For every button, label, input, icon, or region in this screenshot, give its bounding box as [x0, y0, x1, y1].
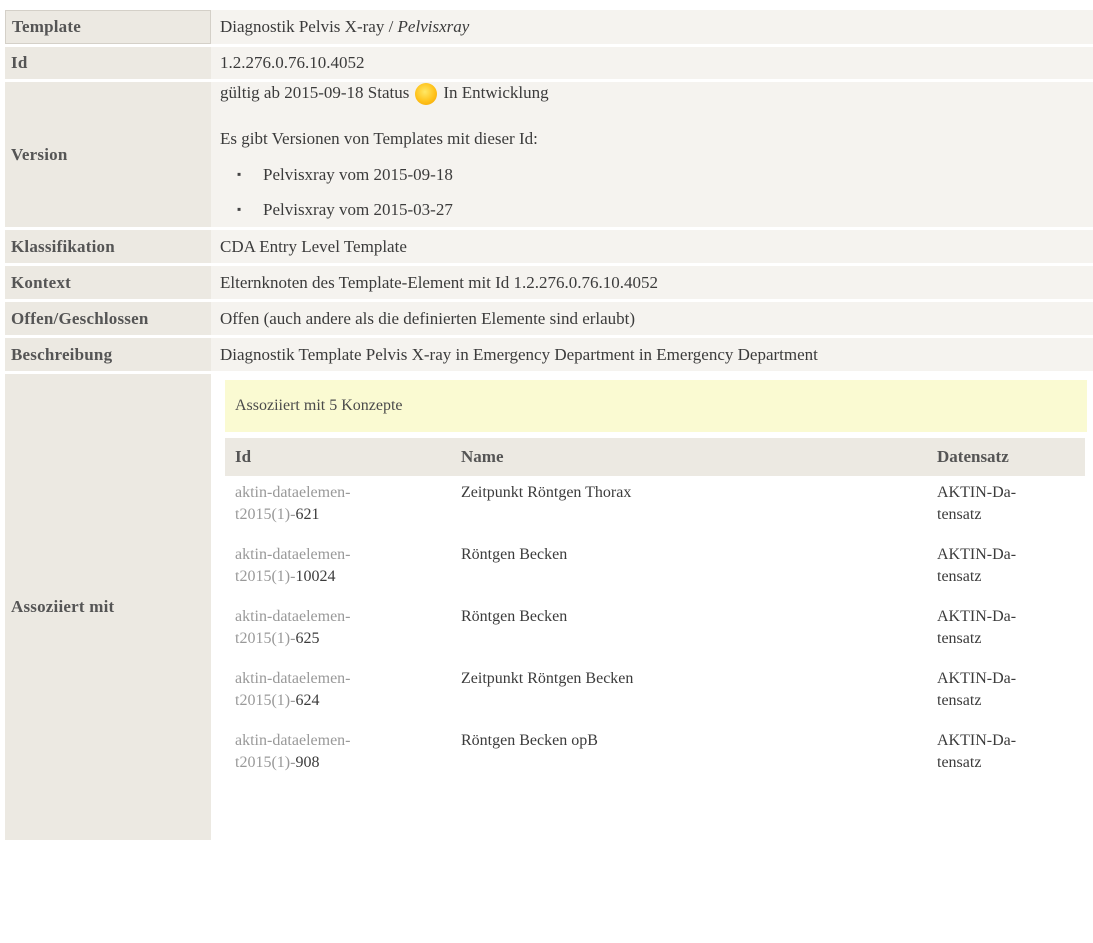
concept-id-prefix: aktin-dataelemen-: [235, 670, 351, 687]
concept-id-prefix: aktin-dataelemen-: [235, 732, 351, 749]
concept-id-middle: t2015(1)-: [235, 754, 296, 771]
concept-id[interactable]: aktin-dataelemen-t2015(1)-625: [225, 600, 451, 662]
concept-id[interactable]: aktin-dataelemen-t2015(1)-621: [225, 476, 451, 538]
bullet-icon: ▪: [237, 202, 242, 216]
klassifikation-value: CDA Entry Level Template: [211, 230, 1093, 263]
concept-dataset-line1: AKTIN-Da-: [937, 670, 1017, 687]
version-label: Version: [5, 82, 211, 227]
row-assoziiert-mit: Assoziiert mit Assoziiert mit 5 Konzepte…: [5, 374, 1093, 840]
template-value: Diagnostik Pelvis X-ray / Pelvisxray: [211, 10, 1093, 44]
row-id: Id 1.2.276.0.76.10.4052: [5, 47, 1093, 79]
row-kontext: Kontext Elternknoten des Template-Elemen…: [5, 266, 1093, 299]
concept-id-middle: t2015(1)-: [235, 568, 296, 585]
column-header-datensatz: Datensatz: [927, 438, 1085, 476]
concept-dataset-line2: tensatz: [937, 568, 982, 585]
concept-dataset-line1: AKTIN-Da-: [937, 484, 1017, 501]
kontext-value: Elternknoten des Template-Element mit Id…: [211, 266, 1093, 299]
table-row: aktin-dataelemen-t2015(1)-625 Röntgen Be…: [225, 600, 1085, 662]
concepts-table: Id Name Datensatz aktin-dataelemen-t2015…: [225, 438, 1085, 786]
table-row: aktin-dataelemen-t2015(1)-908 Röntgen Be…: [225, 724, 1085, 786]
table-row: aktin-dataelemen-t2015(1)-10024 Röntgen …: [225, 538, 1085, 600]
concept-id-middle: t2015(1)-: [235, 692, 296, 709]
concept-id-middle: t2015(1)-: [235, 630, 296, 647]
concept-name: Zeitpunkt Röntgen Thorax: [461, 484, 632, 501]
table-row: aktin-dataelemen-t2015(1)-624 Zeitpunkt …: [225, 662, 1085, 724]
versions-intro: Es gibt Versionen von Templates mit dies…: [220, 129, 538, 148]
template-details-table: Template Diagnostik Pelvis X-ray / Pelvi…: [5, 7, 1093, 843]
column-header-id: Id: [225, 438, 451, 476]
bullet-icon: ▪: [237, 167, 242, 181]
concepts-header-row: Id Name Datensatz: [225, 438, 1085, 476]
version-status-text: In Entwicklung: [443, 83, 549, 102]
concept-id-number: 624: [295, 692, 320, 709]
id-value: 1.2.276.0.76.10.4052: [211, 47, 1093, 79]
concept-id-middle: t2015(1)-: [235, 506, 296, 523]
concept-dataset-line2: tensatz: [937, 630, 982, 647]
concept-name: Röntgen Becken: [461, 608, 568, 625]
row-klassifikation: Klassifikation CDA Entry Level Template: [5, 230, 1093, 263]
table-row: aktin-dataelemen-t2015(1)-621 Zeitpunkt …: [225, 476, 1085, 538]
concept-name: Zeitpunkt Röntgen Becken: [461, 670, 634, 687]
versions-list: ▪ Pelvisxray vom 2015-09-18 ▪ Pelvisxray v…: [220, 157, 1093, 227]
template-details-page: Template Diagnostik Pelvis X-ray / Pelvi…: [0, 0, 1093, 943]
version-link[interactable]: Pelvisxray vom 2015-03-27: [263, 200, 453, 219]
concept-id-number: 908: [295, 754, 320, 771]
row-beschreibung: Beschreibung Diagnostik Template Pelvis …: [5, 338, 1093, 371]
status-in-development-icon: [415, 83, 438, 105]
row-version: Version gültig ab 2015-09-18 Status In E…: [5, 82, 1093, 227]
concept-dataset-line2: tensatz: [937, 506, 982, 523]
concept-id-prefix: aktin-dataelemen-: [235, 546, 351, 563]
offen-geschlossen-label: Offen/Geschlossen: [5, 302, 211, 335]
template-name: Diagnostik Pelvis X-ray /: [220, 17, 398, 36]
version-status-line: gültig ab 2015-09-18 Status In Entwicklu…: [220, 82, 1093, 105]
assoziiert-mit-value: Assoziiert mit 5 Konzepte Id Name Datens…: [211, 374, 1093, 840]
version-valid-text: gültig ab 2015-09-18 Status: [220, 83, 410, 102]
row-template: Template Diagnostik Pelvis X-ray / Pelvi…: [5, 10, 1093, 44]
id-label: Id: [5, 47, 211, 79]
concept-dataset-line1: AKTIN-Da-: [937, 732, 1017, 749]
associated-concepts-summary: Assoziiert mit 5 Konzepte: [225, 380, 1087, 432]
concept-dataset-line1: AKTIN-Da-: [937, 546, 1017, 563]
concept-id-number: 625: [295, 630, 320, 647]
row-offen-geschlossen: Offen/Geschlossen Offen (auch andere als…: [5, 302, 1093, 335]
beschreibung-label: Beschreibung: [5, 338, 211, 371]
concept-id-prefix: aktin-dataelemen-: [235, 484, 351, 501]
concept-dataset-line2: tensatz: [937, 692, 982, 709]
klassifikation-label: Klassifikation: [5, 230, 211, 263]
version-list-item[interactable]: ▪ Pelvisxray vom 2015-09-18: [220, 157, 1093, 192]
column-header-name: Name: [451, 438, 927, 476]
concept-id-number: 10024: [295, 568, 336, 585]
concept-dataset-line2: tensatz: [937, 754, 982, 771]
offen-geschlossen-value: Offen (auch andere als die definierten E…: [211, 302, 1093, 335]
kontext-label: Kontext: [5, 266, 211, 299]
concept-dataset: AKTIN-Da-tensatz: [927, 662, 1085, 724]
version-value: gültig ab 2015-09-18 Status In Entwicklu…: [211, 82, 1093, 227]
concept-dataset: AKTIN-Da-tensatz: [927, 476, 1085, 538]
concept-dataset: AKTIN-Da-tensatz: [927, 724, 1085, 786]
template-label: Template: [5, 10, 211, 44]
concept-id-number: 621: [295, 506, 320, 523]
concept-dataset-line1: AKTIN-Da-: [937, 608, 1017, 625]
concept-dataset: AKTIN-Da-tensatz: [927, 600, 1085, 662]
template-short-name: Pelvisxray: [397, 17, 470, 36]
beschreibung-value: Diagnostik Template Pelvis X-ray in Emer…: [211, 338, 1093, 371]
concept-name: Röntgen Becken: [461, 546, 568, 563]
assoziiert-mit-label: Assoziiert mit: [5, 374, 211, 840]
concept-name: Röntgen Becken opB: [461, 732, 598, 749]
version-list-item[interactable]: ▪ Pelvisxray vom 2015-03-27: [220, 192, 1093, 227]
concept-dataset: AKTIN-Da-tensatz: [927, 538, 1085, 600]
concept-id-prefix: aktin-dataelemen-: [235, 608, 351, 625]
concept-id[interactable]: aktin-dataelemen-t2015(1)-10024: [225, 538, 451, 600]
concept-id[interactable]: aktin-dataelemen-t2015(1)-624: [225, 662, 451, 724]
concept-id[interactable]: aktin-dataelemen-t2015(1)-908: [225, 724, 451, 786]
version-link[interactable]: Pelvisxray vom 2015-09-18: [263, 165, 453, 184]
